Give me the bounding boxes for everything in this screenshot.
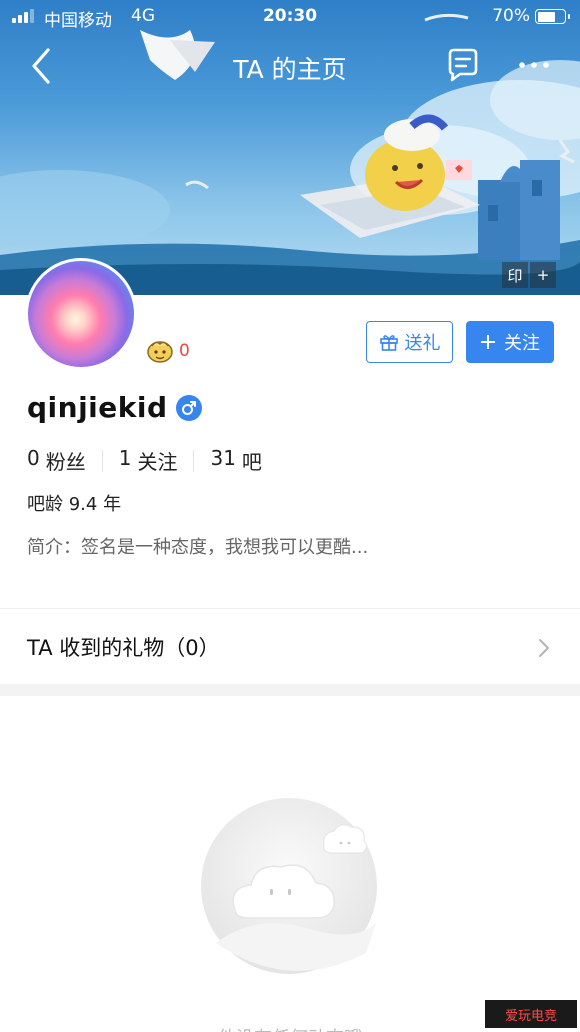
follow-button[interactable]: 关注 bbox=[466, 321, 554, 363]
page-title: TA 的主页 bbox=[233, 55, 347, 84]
forums-label: 吧 bbox=[241, 450, 262, 474]
battery-percent: 70% bbox=[492, 6, 530, 26]
stat-divider bbox=[193, 449, 195, 472]
battery-icon bbox=[535, 9, 570, 24]
avatar[interactable] bbox=[25, 258, 137, 370]
profile-bio: 简介：签名是一种态度，我想我可以更酷... bbox=[27, 537, 369, 558]
message-icon[interactable] bbox=[444, 46, 482, 84]
forums-stat[interactable]: 31 吧 bbox=[210, 446, 261, 475]
battery-level bbox=[537, 11, 555, 22]
add-cover-button[interactable]: + bbox=[530, 262, 556, 288]
profile-cover[interactable]: 中国移动 4G 20:30 70% TA 的主页 印 + bbox=[0, 0, 580, 295]
following-stat[interactable]: 1 关注 bbox=[119, 446, 178, 475]
followers-label: 粉丝 bbox=[45, 450, 86, 474]
send-gift-button[interactable]: 送礼 bbox=[366, 321, 453, 363]
level-number: 0 bbox=[179, 341, 190, 361]
stamp-button[interactable]: 印 bbox=[502, 262, 528, 288]
plus-icon bbox=[481, 335, 495, 349]
status-bar: 中国移动 4G 20:30 70% bbox=[0, 0, 580, 34]
stat-divider bbox=[101, 449, 103, 472]
username: qinjiekid bbox=[27, 391, 168, 424]
cover-tools: 印 + bbox=[502, 262, 556, 288]
account-age: 吧龄 9.4 年 bbox=[27, 494, 122, 515]
chevron-right-icon bbox=[539, 639, 549, 657]
empty-state-icon bbox=[201, 798, 377, 974]
level-badge-icon[interactable] bbox=[146, 338, 174, 364]
watermark-text: 爱玩电竞 bbox=[504, 1008, 557, 1024]
cover-illustration bbox=[0, 13, 580, 295]
watermark-logo: 爱玩电竞 bbox=[485, 1000, 577, 1028]
gift-icon bbox=[379, 335, 398, 351]
male-icon bbox=[175, 394, 202, 421]
received-gifts-row[interactable]: TA 收到的礼物（0） bbox=[0, 609, 580, 684]
received-gifts-label: TA 收到的礼物（0） bbox=[27, 636, 220, 660]
follow-label: 关注 bbox=[504, 333, 540, 354]
following-label: 关注 bbox=[137, 450, 178, 474]
following-count: 1 bbox=[118, 446, 132, 470]
followers-count: 0 bbox=[27, 446, 40, 470]
followers-stat[interactable]: 0 粉丝 bbox=[27, 446, 86, 475]
send-gift-label: 送礼 bbox=[404, 333, 441, 354]
more-icon[interactable] bbox=[514, 53, 554, 77]
profile-stats: 0 粉丝 1 关注 31 吧 bbox=[27, 446, 262, 475]
section-gap bbox=[0, 684, 580, 696]
forums-count: 31 bbox=[210, 446, 236, 470]
username-row: qinjiekid bbox=[27, 391, 202, 424]
